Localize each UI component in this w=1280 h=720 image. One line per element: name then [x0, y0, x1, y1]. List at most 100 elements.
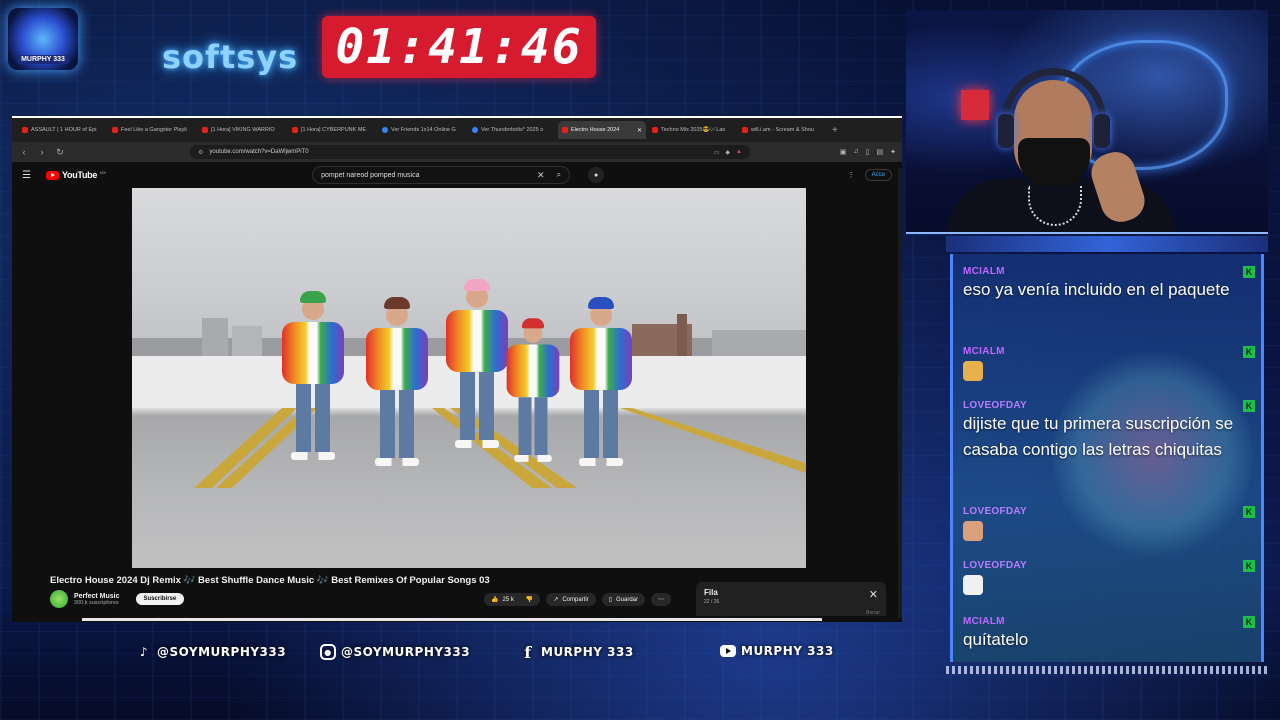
bookmark-icon: ▯ [608, 597, 612, 603]
puzzle-icon[interactable]: ✦ [890, 148, 896, 156]
more-options-icon[interactable]: ⋮ [848, 171, 855, 179]
queue-panel[interactable]: Fila 22 / 26 ✕ Borrar [696, 582, 886, 616]
browser-tab[interactable]: [1 Hora] CYBERPUNK ME [288, 121, 376, 139]
youtube-text: MURPHY 333 [741, 644, 834, 658]
chat-message: LOVEOFDAY [963, 560, 1255, 600]
social-links-bar: ♪ @SOYMURPHY333 ● @SOYMURPHY333 f MURPHY… [0, 636, 940, 672]
menu-icon[interactable]: ☰ [22, 170, 38, 181]
extension-icon[interactable]: ◆ [725, 149, 730, 156]
back-icon[interactable]: ‹ [18, 147, 30, 157]
save-button[interactable]: ▯ Guardar [601, 593, 646, 606]
share-button[interactable]: ↗ Compartir [546, 593, 596, 606]
close-tab-icon[interactable]: ✕ [637, 127, 642, 134]
like-button[interactable]: 👍 25 k 👎 [484, 593, 541, 606]
browser-tab-active[interactable]: Electro House 2024 ✕ [558, 121, 646, 139]
sidebar-icon[interactable]: ▯ [866, 148, 870, 156]
downloads-icon[interactable]: ▤ [877, 148, 884, 156]
share-icon: ↗ [553, 597, 559, 603]
dancer [282, 291, 344, 460]
thumbs-up-icon: 👍 [491, 597, 499, 603]
site-info-icon[interactable]: ⚙ [198, 149, 203, 156]
search-input[interactable]: pompet nareod pomped musica ✕ ⌕ [312, 166, 571, 184]
screenshot-icon[interactable]: ▣ [840, 148, 847, 156]
more-actions-button[interactable]: ⋯ [651, 593, 672, 606]
kick-badge-icon [1243, 506, 1255, 518]
laughing-face-emote-icon [963, 361, 983, 381]
alert-icon[interactable]: ▲ [736, 149, 742, 156]
subscribe-button[interactable]: Suscribirse [135, 593, 185, 605]
logo-label: MURPHY 333 [17, 55, 69, 64]
chat-username: LOVEOFDAY [963, 560, 1028, 571]
clear-search-icon[interactable]: ✕ [537, 170, 545, 181]
kick-badge-icon [1243, 346, 1255, 358]
browser-tab[interactable]: [1 Hora] VIKING WARRIO [198, 121, 286, 139]
video-player[interactable] [132, 188, 806, 568]
country-code: MX [100, 169, 107, 175]
tab-title: Feel Like a Gangster Playli [121, 127, 187, 133]
signin-button[interactable]: Acce [864, 169, 892, 181]
chat-username: MCIALM [963, 266, 1005, 277]
browser-tab[interactable]: ASSAULT | 1 HOUR of Epi [18, 121, 106, 139]
chat-username: MCIALM [963, 346, 1005, 357]
face-mask [1018, 138, 1090, 186]
dancer [446, 279, 508, 448]
forward-icon[interactable]: › [36, 147, 48, 157]
dancer [506, 318, 560, 462]
youtube-logo[interactable]: YouTube MX [46, 170, 106, 180]
web-favicon-icon [382, 127, 388, 133]
red-lamp [961, 90, 989, 120]
neon-sign: softsys [162, 38, 299, 76]
instagram-icon: ● [320, 644, 336, 660]
channel-name[interactable]: Perfect Music [74, 593, 120, 600]
url-field[interactable]: ⚙ youtube.com/watch?v=DaWljwmPiT0 ▭ ◆ ▲ [190, 145, 750, 159]
horizontal-scrollbar[interactable] [82, 618, 822, 621]
thumbs-down-icon[interactable]: 👎 [526, 596, 533, 603]
streamer-logo: MURPHY 333 [8, 8, 78, 70]
tiktok-handle: ♪ @SOYMURPHY333 [136, 644, 286, 660]
web-favicon-icon [472, 127, 478, 133]
tab-title: [1 Hora] CYBERPUNK ME [301, 127, 367, 133]
browser-tab[interactable]: will.i.am - Scream & Shou [738, 121, 826, 139]
skull-emote-icon [963, 575, 983, 595]
reload-icon[interactable]: ↻ [54, 147, 66, 158]
chat-username: LOVEOFDAY [963, 400, 1028, 411]
signin-label: Acce [871, 172, 885, 178]
youtube-icon [720, 645, 736, 657]
microphone-icon[interactable]: ● [588, 167, 605, 183]
hand-emote-icon [963, 521, 983, 541]
youtube-favicon-icon [292, 127, 298, 133]
youtube-favicon-icon [742, 127, 748, 133]
chat-text: quítatelo [963, 630, 1029, 649]
share-label: Compartir [562, 596, 589, 603]
youtube-header: ☰ YouTube MX pompet nareod pomped musica… [12, 162, 902, 188]
kick-badge-icon [1243, 560, 1255, 572]
cast-icon[interactable]: ▭ [714, 149, 720, 156]
webcam-feed [906, 10, 1268, 234]
search-icon[interactable]: ⌕ [557, 170, 561, 180]
vertical-scrollbar[interactable] [898, 168, 902, 618]
queue-remove-button[interactable]: Borrar [866, 610, 880, 616]
new-tab-icon[interactable]: + [832, 125, 838, 136]
dancer [366, 297, 428, 466]
browser-tab[interactable]: Feel Like a Gangster Playli [108, 121, 196, 139]
video-title[interactable]: Electro House 2024 Dj Remix 🎶 Best Shuff… [50, 575, 490, 586]
headphone-ear [998, 114, 1014, 148]
chat-header-bar [946, 236, 1268, 252]
tiktok-icon: ♪ [139, 645, 149, 659]
facebook-text: MURPHY 333 [541, 645, 634, 659]
youtube-favicon-icon [22, 127, 28, 133]
like-count: 25 k [502, 596, 514, 603]
address-bar: ‹ › ↻ ⚙ youtube.com/watch?v=DaWljwmPiT0 … [12, 142, 902, 162]
channel-avatar[interactable] [50, 590, 68, 608]
youtube-play-icon [46, 170, 59, 180]
browser-tab[interactable]: Ver Friends 1x14 Online G [378, 121, 466, 139]
browser-tab[interactable]: Techno Mix 2025😎🎶Las [648, 121, 736, 139]
tiktok-text: @SOYMURPHY333 [157, 645, 287, 659]
close-queue-icon[interactable]: ✕ [869, 588, 878, 601]
music-icon[interactable]: ♫ [853, 148, 858, 156]
subscriber-count: 300 k suscriptores [74, 599, 119, 606]
browser-tab[interactable]: Ver Thunderbolts* 2025 o [468, 121, 556, 139]
queue-title: Fila [704, 588, 718, 597]
youtube-favicon-icon [202, 127, 208, 133]
tab-title: [1 Hora] VIKING WARRIO [211, 127, 275, 133]
